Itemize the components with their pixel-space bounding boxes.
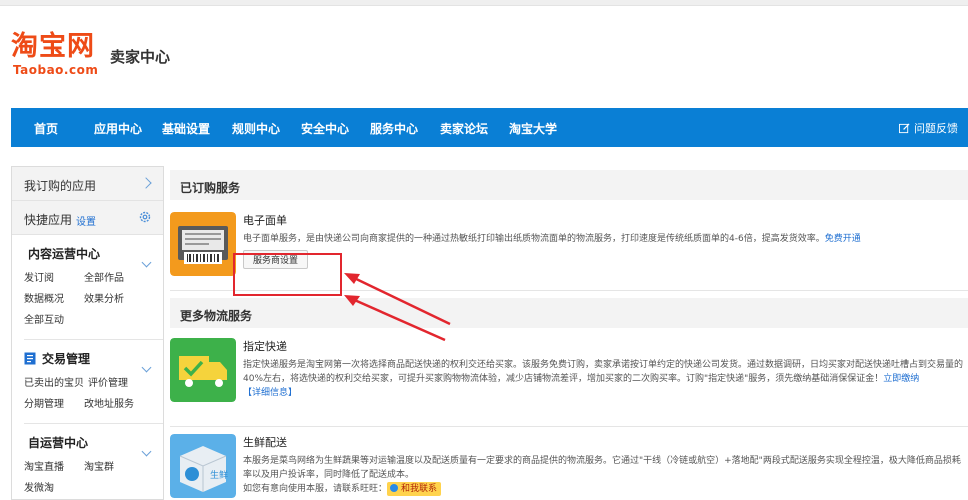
annotation-highlight-box [233, 253, 342, 296]
sidebar-link-subscribe[interactable]: 发订阅 [24, 268, 76, 289]
subscribed-section-header: 已订购服务 [170, 170, 968, 200]
fresh-box-icon: 生鲜 [170, 434, 236, 498]
service-description-text: 电子面单服务，是由快递公司向商家提供的一种通过热敏纸打印输出纸质物流面单的物流服… [243, 234, 825, 244]
nav-security-center[interactable]: 安全中心 [301, 120, 349, 137]
sidebar-link-reviews[interactable]: 评价管理 [88, 373, 128, 394]
free-activate-link[interactable]: 免费开通 [825, 234, 861, 244]
gear-icon[interactable] [138, 210, 152, 224]
more-section-title: 更多物流服务 [180, 309, 253, 323]
service-description-text: 本服务是菜鸟网络为生鲜蔬果等对运输温度以及配送质量有一定要求的商品提供的物流服务… [243, 456, 961, 480]
sidebar: 我订购的应用 快捷应用 设置 内容运营中心 发订阅 全部作品 数据概况 效果分析 全… [11, 166, 164, 500]
service-description: 本服务是菜鸟网络为生鲜蔬果等对运输温度以及配送质量有一定要求的商品提供的物流服务… [243, 454, 963, 496]
sidebar-link-installments[interactable]: 分期管理 [24, 394, 76, 415]
service-description: 电子面单服务，是由快递公司向商家提供的一种通过热敏纸打印输出纸质物流面单的物流服… [243, 232, 963, 246]
nav-home[interactable]: 首页 [34, 120, 58, 137]
nav-rules-center[interactable]: 规则中心 [232, 120, 280, 137]
service-description: 指定快递服务是淘宝网第一次将选择商品配送快递的权利交还给买家。该服务免费订购，卖… [243, 358, 963, 400]
nav-basic-settings[interactable]: 基础设置 [162, 120, 210, 137]
logo-english: Taobao.com [13, 63, 99, 77]
chevron-right-icon [140, 177, 152, 189]
nav-service-center[interactable]: 服务中心 [370, 120, 418, 137]
sidebar-group-self-operation: 自运营中心 淘宝直播 淘宝群 发微淘 [12, 434, 163, 499]
pay-now-link[interactable]: 立即缴纳 [883, 374, 919, 384]
sidebar-group-content-title: 内容运营中心 [24, 245, 163, 262]
divider [24, 339, 163, 340]
contact-me-button[interactable]: 和我联系 [387, 482, 442, 496]
main-content: 已订购服务 电子面单 电子面单服务，是由快递公司向商家提供的一种通过热敏纸打印输… [170, 170, 968, 500]
logo-chinese: 淘宝网 [11, 31, 95, 62]
divider [170, 426, 968, 427]
group-title: 交易管理 [42, 352, 91, 366]
sidebar-quick-apps: 快捷应用 设置 [12, 201, 163, 235]
edit-icon [899, 122, 910, 133]
service-description-text: 指定快递服务是淘宝网第一次将选择商品配送快递的权利交还给买家。该服务免费订购，卖… [243, 360, 964, 384]
nav-app-center[interactable]: 应用中心 [94, 120, 142, 137]
sidebar-group-content: 内容运营中心 发订阅 全部作品 数据概况 效果分析 全部互动 [12, 245, 163, 340]
group-title: 内容运营中心 [28, 247, 101, 261]
sidebar-link-weitao[interactable]: 发微淘 [24, 478, 54, 499]
subscribed-section-title: 已订购服务 [180, 181, 241, 195]
sidebar-my-apps-label: 我订购的应用 [24, 179, 97, 193]
sidebar-quick-apps-label: 快捷应用 [24, 213, 73, 227]
group-title: 自运营中心 [28, 436, 89, 450]
details-link[interactable]: 【详细信息】 [243, 388, 297, 398]
quick-apps-settings-link[interactable]: 设置 [76, 213, 96, 228]
service-title: 电子面单 [243, 214, 287, 227]
sidebar-link-change-address[interactable]: 改地址服务 [84, 394, 134, 415]
sidebar-link-effect-analysis[interactable]: 效果分析 [84, 289, 124, 310]
service-card-designated-express: 指定快递 指定快递服务是淘宝网第一次将选择商品配送快递的权利交还给买家。该服务免… [170, 338, 968, 418]
delivery-truck-icon [170, 338, 236, 402]
sidebar-link-all-works[interactable]: 全部作品 [84, 268, 124, 289]
document-icon [24, 352, 36, 365]
sidebar-my-apps[interactable]: 我订购的应用 [12, 167, 163, 201]
more-section-header: 更多物流服务 [170, 298, 968, 328]
sidebar-group-self-title: 自运营中心 [24, 434, 163, 451]
sidebar-group-trade: 交易管理 已卖出的宝贝 评价管理 分期管理 改地址服务 [12, 350, 163, 424]
service-title: 生鲜配送 [243, 436, 287, 449]
top-strip [0, 0, 968, 6]
feedback-link[interactable]: 问题反馈 [899, 120, 958, 136]
nav-taobao-university[interactable]: 淘宝大学 [509, 120, 557, 137]
sidebar-link-sold-items[interactable]: 已卖出的宝贝 [24, 373, 84, 394]
divider [24, 423, 163, 424]
nav-seller-forum[interactable]: 卖家论坛 [440, 120, 488, 137]
service-card-fresh-delivery: 生鲜 生鲜配送 本服务是菜鸟网络为生鲜蔬果等对运输温度以及配送质量有一定要求的商… [170, 434, 968, 500]
printer-icon [170, 212, 236, 276]
svg-text:生鲜: 生鲜 [210, 469, 228, 481]
taobao-logo[interactable]: 淘宝网 Taobao.com [11, 31, 111, 78]
feedback-label: 问题反馈 [914, 122, 958, 135]
sidebar-link-group[interactable]: 淘宝群 [84, 457, 114, 478]
sidebar-link-all-interactions[interactable]: 全部互动 [24, 310, 64, 331]
contact-text: 如您有意向使用本服，请联系旺旺： [243, 484, 388, 494]
sidebar-link-live[interactable]: 淘宝直播 [24, 457, 76, 478]
sidebar-group-trade-title: 交易管理 [24, 350, 163, 367]
sidebar-link-data-overview[interactable]: 数据概况 [24, 289, 76, 310]
service-title: 指定快递 [243, 340, 287, 353]
page-title: 卖家中心 [110, 48, 171, 66]
main-nav: 首页 应用中心 基础设置 规则中心 安全中心 服务中心 卖家论坛 淘宝大学 问题… [11, 108, 968, 147]
